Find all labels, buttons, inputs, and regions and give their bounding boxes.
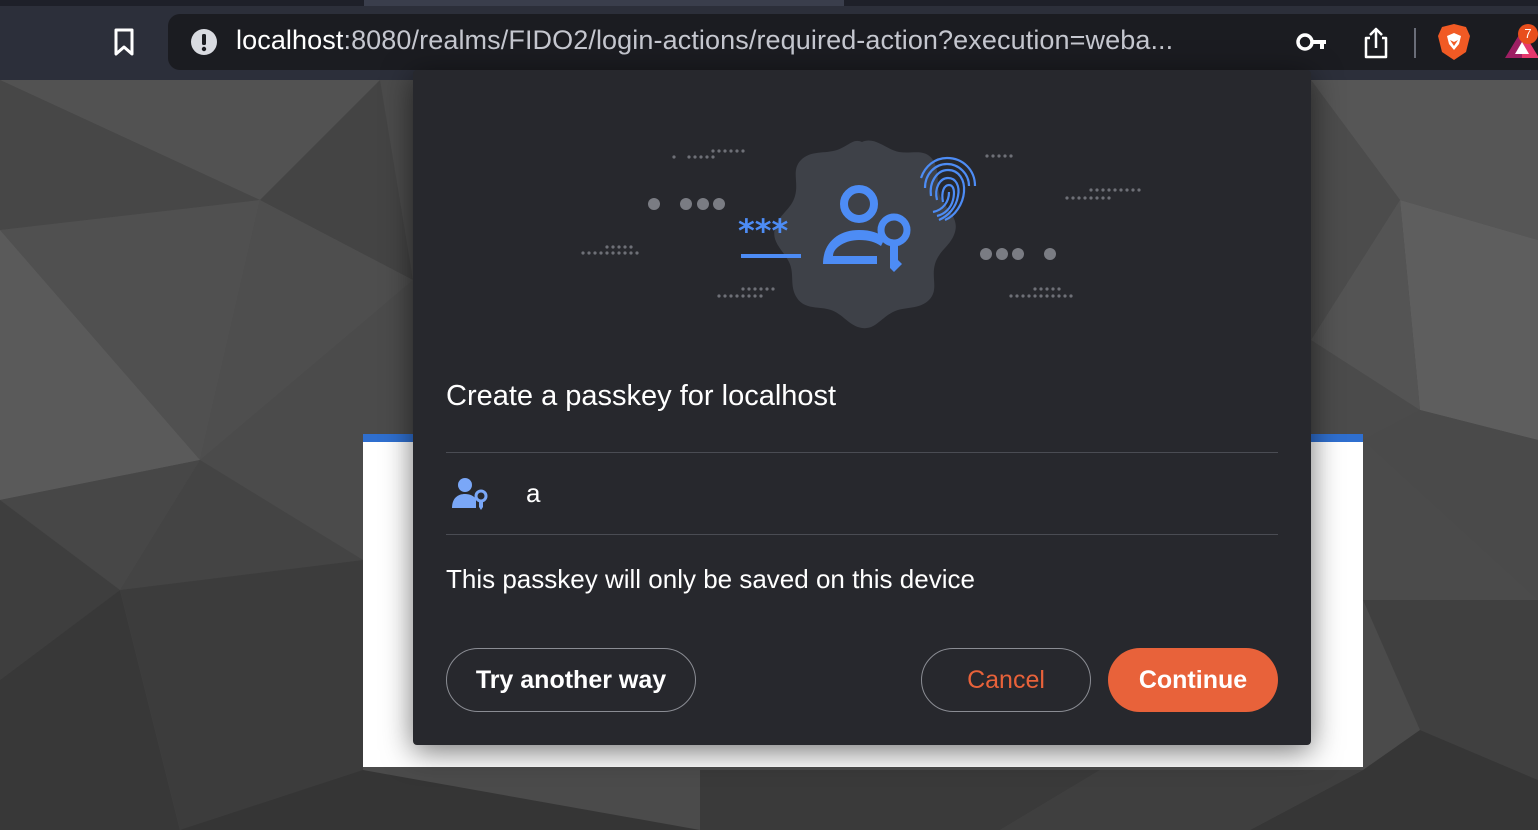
url-path: :8080/realms/FIDO2/login-actions/require… — [343, 25, 1174, 55]
url-host: localhost — [236, 25, 344, 55]
rewards-badge: 7 — [1518, 24, 1538, 44]
divider — [446, 452, 1278, 453]
password-mask: *** — [738, 212, 788, 250]
cancel-button[interactable]: Cancel — [921, 648, 1091, 712]
active-tab[interactable] — [364, 0, 844, 6]
try-another-way-button[interactable]: Try another way — [446, 648, 696, 712]
url-text[interactable]: localhost:8080/realms/FIDO2/login-action… — [236, 25, 1173, 56]
divider — [446, 534, 1278, 535]
continue-button[interactable]: Continue — [1108, 648, 1278, 712]
browser-toolbar: localhost:8080/realms/FIDO2/login-action… — [0, 0, 1538, 80]
brave-shield-icon[interactable] — [1436, 22, 1472, 62]
key-icon[interactable] — [1296, 28, 1328, 56]
passkey-dialog: *** Create a passkey for localhost a Thi… — [413, 70, 1311, 745]
person-key-icon — [450, 476, 490, 512]
dialog-title: Create a passkey for localhost — [446, 380, 837, 412]
site-info-warning-icon[interactable] — [190, 28, 218, 56]
passkey-illustration: *** — [413, 70, 1311, 370]
toolbar-separator — [1414, 28, 1416, 58]
bookmark-icon[interactable] — [108, 26, 140, 58]
address-bar[interactable]: localhost:8080/realms/FIDO2/login-action… — [168, 14, 1538, 70]
account-row: a — [446, 454, 1278, 534]
share-icon[interactable] — [1360, 26, 1392, 60]
account-name: a — [526, 478, 541, 508]
passkey-storage-info: This passkey will only be saved on this … — [446, 564, 975, 594]
